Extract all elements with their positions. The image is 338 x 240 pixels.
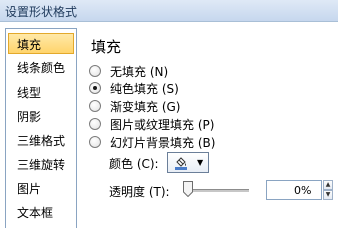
spin-down-icon[interactable]: ▼ — [323, 190, 333, 200]
sidebar-item-3d-rotation[interactable]: 三维旋转 — [8, 153, 74, 174]
transparency-slider-thumb[interactable] — [183, 181, 193, 198]
chevron-down-icon: ▼ — [197, 158, 204, 167]
sidebar-item-fill[interactable]: 填充 — [8, 33, 74, 54]
window-title: 设置形状格式 — [5, 5, 78, 19]
sidebar-item-line-color[interactable]: 线条颜色 — [8, 56, 74, 77]
transparency-input[interactable]: 0% — [266, 180, 322, 200]
color-picker-button[interactable]: ▼ — [167, 152, 209, 173]
radio-label: 纯色填充 (S) — [110, 81, 179, 96]
fill-panel: 填充 无填充 (N) 纯色填充 (S) 渐变填充 (G) 图片或纹理填充 (P)… — [80, 22, 338, 228]
paint-bucket-icon — [174, 156, 188, 170]
sidebar-item-picture[interactable]: 图片 — [8, 177, 74, 198]
sidebar-item-shadow[interactable]: 阴影 — [8, 105, 74, 126]
sidebar: 填充 线条颜色 线型 阴影 三维格式 三维旋转 图片 文本框 — [5, 28, 77, 228]
title-bar: 设置形状格式 — [0, 0, 338, 22]
radio-button[interactable] — [89, 136, 101, 148]
radio-button[interactable] — [89, 65, 101, 77]
transparency-spinner[interactable]: ▲ ▼ — [323, 180, 333, 200]
spin-up-icon[interactable]: ▲ — [323, 180, 333, 190]
radio-label: 图片或纹理填充 (P) — [110, 117, 215, 132]
radio-gradient-fill[interactable]: 渐变填充 (G) — [89, 98, 180, 114]
sidebar-item-line-style[interactable]: 线型 — [8, 81, 74, 102]
radio-button[interactable] — [89, 82, 101, 94]
radio-button[interactable] — [89, 118, 101, 130]
radio-slide-background-fill[interactable]: 幻灯片背景填充 (B) — [89, 134, 215, 150]
radio-label: 无填充 (N) — [110, 64, 169, 79]
section-title: 填充 — [91, 38, 122, 56]
sidebar-item-3d-format[interactable]: 三维格式 — [8, 129, 74, 150]
radio-button[interactable] — [89, 100, 101, 112]
color-label: 颜色 (C): — [109, 157, 159, 171]
transparency-slider-track[interactable] — [185, 189, 249, 192]
radio-picture-texture-fill[interactable]: 图片或纹理填充 (P) — [89, 116, 214, 132]
radio-label: 幻灯片背景填充 (B) — [110, 135, 216, 150]
radio-no-fill[interactable]: 无填充 (N) — [89, 63, 168, 79]
transparency-label: 透明度 (T): — [109, 185, 170, 199]
radio-label: 渐变填充 (G) — [110, 99, 181, 114]
sidebar-item-text-box[interactable]: 文本框 — [8, 201, 74, 222]
radio-solid-fill[interactable]: 纯色填充 (S) — [89, 80, 179, 96]
